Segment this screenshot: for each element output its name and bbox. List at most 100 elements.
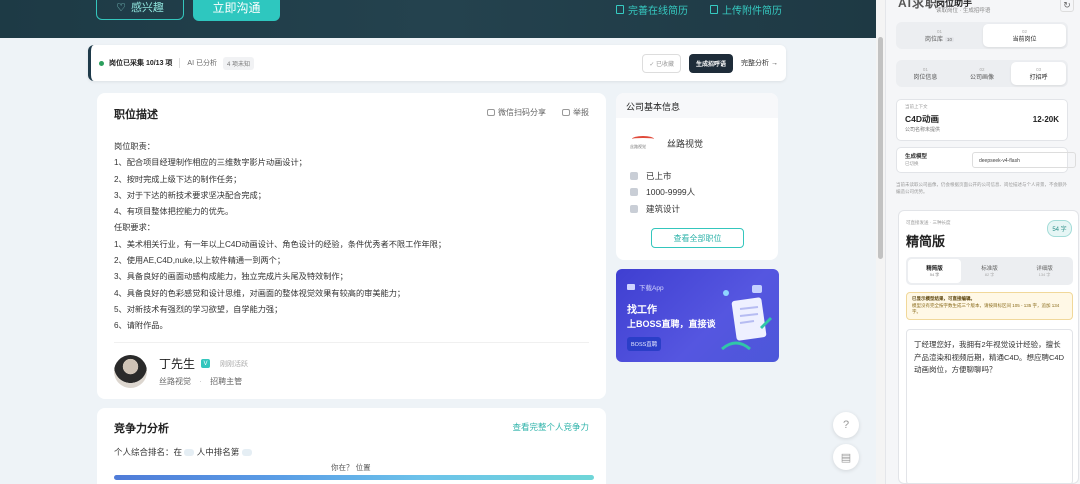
ranking-bar [114,475,594,480]
complete-resume-link[interactable]: 完善在线简历 [616,2,688,17]
warning-title: 已显示模型结果，可直接编辑。 [912,296,975,301]
divider [114,342,589,343]
analysis-status-strip: 岗位已采集 10/13 项 AI 已分析 4 项未知 ✓ 已收藏 生成招呼语 完… [88,45,786,81]
building-icon [630,205,638,213]
page-scrollbar[interactable] [876,0,885,484]
scrollbar-thumb[interactable] [878,37,883,259]
pending-badge: 4 项未知 [222,56,254,70]
tab-label: 岗位信息 [913,74,938,81]
model-selector-box: 生成模型 已切换 deepseek-v4-flash [896,147,1076,173]
tab-standard[interactable]: 标准版 82 字 [963,259,1016,283]
hidden-value [241,449,252,457]
interest-button[interactable]: ♡ 感兴趣 [96,0,184,20]
tab-count: 134 字 [1038,272,1051,277]
people-icon [630,188,638,196]
tab-current-job[interactable]: 02 当前岗位 [983,24,1066,47]
complete-resume-label: 完善在线简历 [628,6,688,17]
upload-icon [710,5,718,14]
tab-count: 54 字 [929,272,940,277]
job-description-text: 岗位职责： 1、配合项目经理制作相应的三维数字影片动画设计； 2、按时完成上级下… [114,139,446,335]
job-description-card: 职位描述 微信扫码分享 举报 岗位职责： 1、配合项目经理制作相应的三维数字影片… [97,93,606,399]
logo-text: 丝路视觉 [630,144,646,149]
company-card-header: 公司基本信息 [616,93,778,118]
jd-line: 5、对新技术有强烈的学习欲望，自学能力强； [114,304,283,314]
company-size-row: 1000-9999人 [630,186,695,198]
model-label: 生成模型 [905,154,928,160]
tab-label: 打招呼 [1029,74,1048,81]
tab-greeting[interactable]: 03 打招呼 [1011,62,1067,85]
tab-label: 岗位库 10 [925,34,955,43]
job-header-bar: ♡ 感兴趣 立即沟通 完善在线简历 上传附件简历 [0,0,876,38]
chat-now-button[interactable]: 立即沟通 [193,0,280,21]
company-logo[interactable]: 丝路视觉 [628,134,658,150]
recruiter-name-row: 丁先生 V 刚刚活跃 [159,355,248,372]
interest-label: 感兴趣 [130,2,164,14]
company-industry-row: 建筑设计 [630,203,680,215]
tab-label: 当前岗位 [1012,36,1037,43]
rank-prefix: 个人综合排名：在 [114,447,183,457]
tab-detailed[interactable]: 详细版 134 字 [1018,259,1071,283]
position-name: C4D动画 [905,114,940,124]
card-pretitle: 可直接发送 · 三种长度 [906,220,951,225]
ai-status: AI 已分析 [187,60,217,67]
divider [179,58,181,68]
tab-label: 公司画像 [970,74,995,81]
report-button[interactable]: 举报 [562,107,589,118]
context-label: 当前上下文 [905,104,928,109]
download-row: 下载App [627,282,664,292]
tab-company-profile[interactable]: 02 公司画像 [955,62,1010,85]
strip-actions: ✓ 已收藏 生成招呼语 完整分析 → [642,53,778,73]
jd-actions: 微信扫码分享 举报 [487,107,589,118]
separator-dot: · [199,377,202,386]
greeting-message-editor[interactable]: 丁经理您好，我拥有2年视觉设计经验，擅长产品渲染和视频后期，精通C4D。想应聘C… [906,329,1073,484]
heart-icon: ♡ [116,1,126,14]
word-count-badge: 54 字 [1047,220,1072,237]
download-label: 下载App [639,285,664,292]
position-marker-label: 你在？ 位置 [331,463,371,472]
jd-line: 1、配合项目经理制作相应的三维数字影片动画设计； [114,158,307,168]
full-competitiveness-link[interactable]: 查看完整个人竞争力 [512,421,589,433]
company-listing-row: 已上市 [630,170,672,182]
company-name[interactable]: 丝路视觉 [667,137,703,150]
listing-status: 已上市 [646,171,672,181]
section-title: 职位描述 [114,109,158,121]
boss-app-button[interactable]: BOSS直聘 [627,337,662,351]
rank-mid: 人中排名第 [196,447,240,457]
tab-label: 精简版 [926,266,943,272]
recruiter-avatar[interactable] [114,355,147,388]
upload-resume-link[interactable]: 上传附件简历 [710,2,782,17]
tab-concise[interactable]: 精简版 54 字 [908,259,961,283]
tab-job-library[interactable]: 01 岗位库 10 [898,24,981,47]
favorite-button[interactable]: ✓ 已收藏 [642,53,682,73]
jd-line: 任职要求： [114,223,155,233]
generate-greeting-button[interactable]: 生成招呼语 [689,53,734,73]
panel-subtitle: 读取岗位 · 生成招呼语 [936,8,991,14]
view-all-jobs-button[interactable]: 查看全部职位 [651,228,744,248]
refresh-icon[interactable]: ↻ [1060,0,1074,12]
tab-label: 详细版 [1036,266,1053,272]
jd-line: 2、按时完成上级下达的制作任务； [114,174,242,184]
share-label: 微信扫码分享 [498,108,546,117]
status-dot [99,60,104,66]
warning-notice: 已显示模型结果，可直接编辑。 模型没有完全按字数生成三个版本，请按目标区间 10… [906,292,1073,320]
generated-greeting-card: 可直接发送 · 三种长度 精简版 54 字 精简版 54 字 标准版 82 字 … [898,210,1079,484]
feedback-button[interactable]: ▤ [833,444,859,470]
ad-subheadline: 上BOSS直聘，直接谈 [627,319,716,329]
full-analysis-link[interactable]: 完整分析 → [741,58,778,68]
upload-resume-label: 上传附件简历 [722,6,782,17]
jd-line: 4、有项目整体把控能力的优先。 [114,207,234,217]
ad-headline: 找工作 [627,305,657,316]
step-tabs: 01 岗位信息 02 公司画像 03 打招呼 [896,60,1068,87]
jd-line: 3、对于下达的新技术要求坚决配合完成； [114,190,266,200]
jd-line: 3、具备良好的画面动感构成能力，独立完成片头尾及特效制作； [114,272,348,282]
warning-icon [562,109,570,117]
wechat-share-button[interactable]: 微信扫码分享 [487,107,546,118]
jd-line: 岗位职责： [114,142,155,151]
model-select[interactable]: deepseek-v4-flash [972,152,1076,168]
tab-job-info[interactable]: 01 岗位信息 [898,62,953,85]
help-button[interactable]: ? [833,412,859,438]
app-download-banner[interactable]: 下载App 找工作 上BOSS直聘，直接谈 BOSS直聘 [616,269,779,362]
jd-line: 2、使用AE,C4D,nuke,以上软件精通一到两个； [114,256,286,266]
recruiter-company: 丝路视觉 [159,377,191,386]
logo-swoosh [632,136,654,142]
